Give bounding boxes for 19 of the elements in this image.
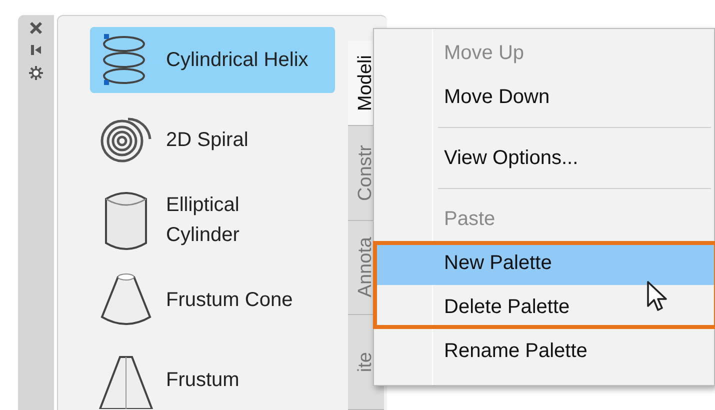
tool-item[interactable]: Elliptical Cylinder — [90, 187, 335, 253]
tool-label: Cylindrical Helix — [166, 48, 310, 73]
tab-label: Modeli — [354, 54, 377, 111]
tab-label: Constr — [354, 144, 377, 201]
tool-item[interactable]: Frustum Cone — [90, 267, 335, 333]
tool-label: Elliptical Cylinder — [166, 193, 240, 248]
mouse-pointer-icon — [646, 280, 668, 312]
tool-item[interactable]: Frustum — [90, 347, 335, 410]
spiral-icon — [98, 115, 154, 165]
tab-label: ite — [354, 352, 377, 372]
tool-label: 2D Spiral — [166, 128, 250, 153]
tab-label: Annota — [354, 237, 377, 298]
tool-label: Frustum Cone — [166, 288, 294, 313]
settings-icon[interactable] — [28, 65, 44, 81]
tool-item[interactable]: Cylindrical Helix — [90, 27, 335, 93]
tool-label: Frustum — [166, 368, 240, 393]
close-icon[interactable] — [29, 21, 43, 35]
tool-item[interactable]: 2D Spiral — [90, 107, 335, 173]
pin-icon[interactable] — [29, 43, 43, 57]
